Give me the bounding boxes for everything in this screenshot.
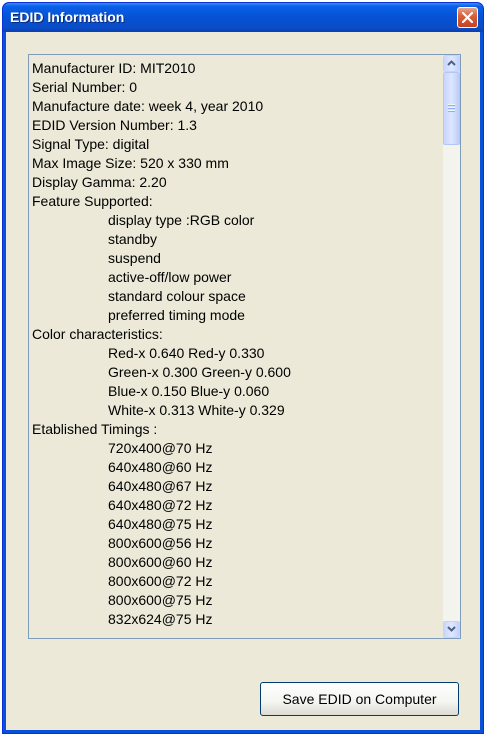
edid-line: standard colour space xyxy=(108,288,246,304)
edid-line: 640x480@67 Hz xyxy=(108,478,213,494)
edid-line: Color characteristics: xyxy=(32,326,163,342)
edid-info-listbox[interactable]: Manufacturer ID: MIT2010 Serial Number: 0… xyxy=(28,54,461,639)
thumb-grip xyxy=(448,107,455,109)
edid-line: EDID Version Number: 1.3 xyxy=(32,117,197,133)
chevron-up-icon xyxy=(447,60,456,66)
edid-line: 640x480@72 Hz xyxy=(108,497,213,513)
scrollbar-thumb[interactable] xyxy=(443,72,460,145)
edid-line: Manufacture date: week 4, year 2010 xyxy=(32,98,264,114)
edid-line: 832x624@75 Hz xyxy=(108,611,213,627)
scroll-down-button[interactable] xyxy=(443,621,460,638)
edid-line: Red-x 0.640 Red-y 0.330 xyxy=(108,345,265,361)
edid-line: Green-x 0.300 Green-y 0.600 xyxy=(108,364,291,380)
edid-line: 640x480@75 Hz xyxy=(108,516,213,532)
edid-line: suspend xyxy=(108,250,161,266)
thumb-grip xyxy=(448,104,455,106)
save-edid-button[interactable]: Save EDID on Computer xyxy=(260,682,459,716)
edid-line: 800x600@60 Hz xyxy=(108,554,213,570)
window-title: EDID Information xyxy=(10,9,125,25)
thumb-grip xyxy=(448,110,455,112)
edid-line: active-off/low power xyxy=(108,269,232,285)
chevron-down-icon xyxy=(447,626,456,632)
edid-line: Feature Supported: xyxy=(32,193,153,209)
edid-line: 720x400@70 Hz xyxy=(108,440,213,456)
edid-line: Etablished Timings : xyxy=(32,421,158,437)
edid-line: preferred timing mode xyxy=(108,307,245,323)
close-icon xyxy=(462,12,473,23)
edid-window: EDID Information Manufacturer ID: MIT201… xyxy=(2,2,484,734)
edid-line: Blue-x 0.150 Blue-y 0.060 xyxy=(108,383,270,399)
edid-line: standby xyxy=(108,231,158,247)
edid-line: 800x600@56 Hz xyxy=(108,535,213,551)
edid-line: White-x 0.313 White-y 0.329 xyxy=(108,402,285,418)
edid-line: Max Image Size: 520 x 330 mm xyxy=(32,155,229,171)
title-bar[interactable]: EDID Information xyxy=(3,3,483,32)
edid-line: Manufacturer ID: MIT2010 xyxy=(32,60,196,76)
edid-line: 800x600@72 Hz xyxy=(108,573,213,589)
edid-line: Serial Number: 0 xyxy=(32,79,138,95)
edid-lines: Manufacturer ID: MIT2010 Serial Number: 0… xyxy=(32,59,441,629)
vertical-scrollbar[interactable] xyxy=(443,55,460,638)
edid-line: Signal Type: digital xyxy=(32,136,150,152)
close-button[interactable] xyxy=(457,7,478,28)
edid-line: display type :RGB color xyxy=(108,212,255,228)
window-client-area: Manufacturer ID: MIT2010 Serial Number: 0… xyxy=(6,32,480,730)
edid-line: Display Gamma: 2.20 xyxy=(32,174,167,190)
edid-line: 640x480@60 Hz xyxy=(108,459,213,475)
edid-line: 800x600@75 Hz xyxy=(108,592,213,608)
scroll-up-button[interactable] xyxy=(443,55,460,72)
